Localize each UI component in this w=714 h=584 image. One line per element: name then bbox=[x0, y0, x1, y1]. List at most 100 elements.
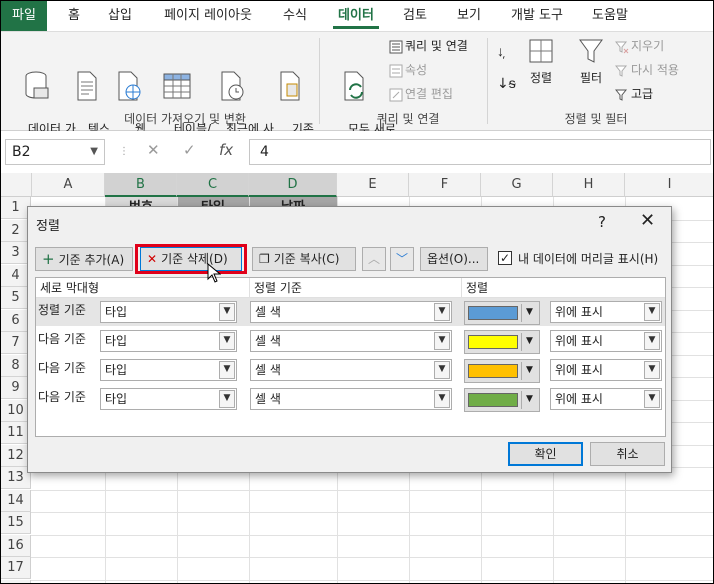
column-header[interactable]: E bbox=[337, 173, 409, 197]
filter-button[interactable]: 필터 bbox=[571, 36, 611, 87]
column-select[interactable]: 타입 ▼ bbox=[100, 301, 237, 323]
sort-on-select-value: 셀 색 bbox=[255, 363, 281, 377]
chevron-down-icon: ▼ bbox=[434, 390, 450, 408]
row-header[interactable]: 16 bbox=[1, 534, 31, 557]
move-up-button[interactable]: ︿ bbox=[362, 247, 386, 271]
chevron-down-icon: ▼ bbox=[644, 390, 660, 408]
chevron-down-icon: ▼ bbox=[434, 303, 450, 321]
select-all-corner[interactable] bbox=[1, 173, 32, 197]
sort-ascending-icon: ↓᷊ bbox=[497, 44, 504, 60]
tab-help[interactable]: 도움말 bbox=[583, 1, 637, 31]
column-select[interactable]: 타입 ▼ bbox=[100, 359, 237, 381]
close-button[interactable]: ✕ bbox=[640, 210, 655, 231]
column-select-value: 타입 bbox=[105, 363, 128, 377]
tab-formulas[interactable]: 수식 bbox=[275, 1, 315, 31]
color-picker[interactable]: ▼ bbox=[464, 388, 540, 412]
grid-row-line bbox=[31, 579, 713, 581]
tab-home[interactable]: 홈 bbox=[57, 1, 91, 31]
chevron-down-icon: ﹀ bbox=[395, 252, 408, 266]
order-select[interactable]: 위에 표시 ▼ bbox=[550, 301, 662, 323]
help-button[interactable]: ? bbox=[598, 213, 606, 231]
formula-input[interactable]: 4 bbox=[249, 139, 711, 165]
sort-on-select[interactable]: 셀 색 ▼ bbox=[250, 388, 452, 410]
sort-level-row[interactable]: 다음 기준 타입 ▼ 셀 색 ▼ ▼ 위에 표시 ▼ bbox=[36, 327, 665, 355]
row-header[interactable]: 15 bbox=[1, 512, 31, 534]
reapply-button[interactable]: 다시 적용 bbox=[614, 60, 679, 80]
sort-level-row[interactable]: 다음 기준 타입 ▼ 셀 색 ▼ ▼ 위에 표시 ▼ bbox=[36, 385, 665, 413]
chevron-down-icon: ▼ bbox=[90, 146, 98, 157]
edit-links-button[interactable]: 연결 편집 bbox=[389, 84, 453, 104]
add-level-button[interactable]: + 기준 추가(A) bbox=[35, 247, 133, 271]
chevron-up-icon: ︿ bbox=[367, 252, 380, 266]
reapply-icon bbox=[614, 65, 628, 77]
row-header[interactable]: 17 bbox=[1, 557, 31, 579]
level-label: 다음 기준 bbox=[38, 390, 86, 404]
sort-on-select[interactable]: 셀 색 ▼ bbox=[250, 301, 452, 323]
tab-insert[interactable]: 삽입 bbox=[99, 1, 141, 31]
chevron-down-icon: ▼ bbox=[521, 304, 537, 322]
group-get-transform-label: 데이터 가져오기 및 변환 bbox=[124, 112, 246, 126]
column-header[interactable]: C bbox=[177, 173, 249, 197]
advanced-button[interactable]: 고급 bbox=[614, 84, 653, 104]
color-picker[interactable]: ▼ bbox=[464, 301, 540, 325]
move-down-button[interactable]: ﹀ bbox=[390, 247, 414, 271]
sort-level-row[interactable]: 정렬 기준 타입 ▼ 셀 색 ▼ ▼ 위에 표시 ▼ bbox=[36, 298, 665, 326]
mouse-cursor-icon bbox=[207, 263, 221, 283]
column-header[interactable]: A bbox=[32, 173, 105, 197]
tab-page-layout[interactable]: 페이지 레이아웃 bbox=[153, 1, 263, 31]
cancel-button[interactable]: 취소 bbox=[590, 442, 665, 466]
order-select[interactable]: 위에 표시 ▼ bbox=[550, 359, 662, 381]
headers-checkbox[interactable]: ✓ bbox=[498, 251, 512, 265]
sort-on-select[interactable]: 셀 색 ▼ bbox=[250, 330, 452, 352]
column-select-value: 타입 bbox=[105, 305, 128, 319]
options-button[interactable]: 옵션(O)... bbox=[420, 247, 488, 271]
ok-button[interactable]: 확인 bbox=[508, 442, 583, 466]
ribbon-tabs: 파일 홈 삽입 페이지 레이아웃 수식 데이터 검토 보기 개발 도구 도움말 bbox=[1, 1, 713, 31]
sort-button[interactable]: 정렬 bbox=[523, 36, 559, 87]
enter-formula-icon[interactable]: ✓ bbox=[183, 141, 196, 159]
column-header[interactable]: I bbox=[625, 173, 713, 197]
color-picker[interactable]: ▼ bbox=[464, 359, 540, 383]
sort-descending-button[interactable]: ↓ᵴ bbox=[497, 74, 516, 94]
properties-button[interactable]: 속성 bbox=[389, 60, 427, 80]
column-header[interactable]: H bbox=[553, 173, 625, 197]
insert-function-icon[interactable]: fx bbox=[219, 141, 233, 159]
sort-level-row[interactable]: 다음 기준 타입 ▼ 셀 색 ▼ ▼ 위에 표시 ▼ bbox=[36, 356, 665, 384]
column-header[interactable]: F bbox=[409, 173, 481, 197]
tab-view[interactable]: 보기 bbox=[447, 1, 491, 31]
sort-on-select[interactable]: 셀 색 ▼ bbox=[250, 359, 452, 381]
check-icon: ✓ bbox=[499, 251, 511, 265]
chevron-down-icon: ▼ bbox=[644, 361, 660, 379]
color-picker[interactable]: ▼ bbox=[464, 330, 540, 354]
sort-on-select-value: 셀 색 bbox=[255, 334, 281, 348]
dialog-title: 정렬 bbox=[36, 219, 60, 234]
order-select[interactable]: 위에 표시 ▼ bbox=[550, 388, 662, 410]
row-header[interactable]: 18 bbox=[1, 579, 31, 583]
tab-developer[interactable]: 개발 도구 bbox=[501, 1, 573, 31]
tab-review[interactable]: 검토 bbox=[393, 1, 437, 31]
clear-filter-icon bbox=[614, 41, 629, 53]
copy-icon: ❐ bbox=[259, 252, 270, 266]
sort-ascending-button[interactable]: ↓᷊ bbox=[497, 42, 504, 62]
row-header[interactable]: 14 bbox=[1, 489, 31, 512]
name-box[interactable]: B2 ▼ bbox=[5, 139, 105, 165]
order-select[interactable]: 위에 표시 ▼ bbox=[550, 330, 662, 352]
refresh-icon bbox=[344, 71, 364, 101]
clear-button[interactable]: 지우기 bbox=[614, 36, 664, 56]
column-header[interactable]: D bbox=[249, 173, 337, 197]
existing-connections-icon bbox=[280, 71, 300, 101]
tab-file[interactable]: 파일 bbox=[1, 1, 47, 31]
copy-level-button[interactable]: ❐ 기준 복사(C) bbox=[252, 247, 356, 271]
delete-level-button[interactable]: ✕ 기준 삭제(D) bbox=[140, 247, 242, 271]
column-select[interactable]: 타입 ▼ bbox=[100, 388, 237, 410]
ribbon-separator bbox=[487, 38, 488, 124]
headers-checkbox-label: 내 데이터에 머리글 표시(H) bbox=[518, 252, 659, 266]
column-select[interactable]: 타입 ▼ bbox=[100, 330, 237, 352]
column-header[interactable]: G bbox=[481, 173, 553, 197]
queries-connections-button[interactable]: 쿼리 및 연결 bbox=[389, 36, 468, 56]
ribbon-separator bbox=[319, 38, 320, 124]
column-header[interactable]: B bbox=[105, 173, 177, 197]
text-file-icon bbox=[77, 71, 97, 101]
tab-data[interactable]: 데이터 bbox=[327, 1, 385, 31]
cancel-formula-icon[interactable]: ✕ bbox=[147, 141, 160, 159]
